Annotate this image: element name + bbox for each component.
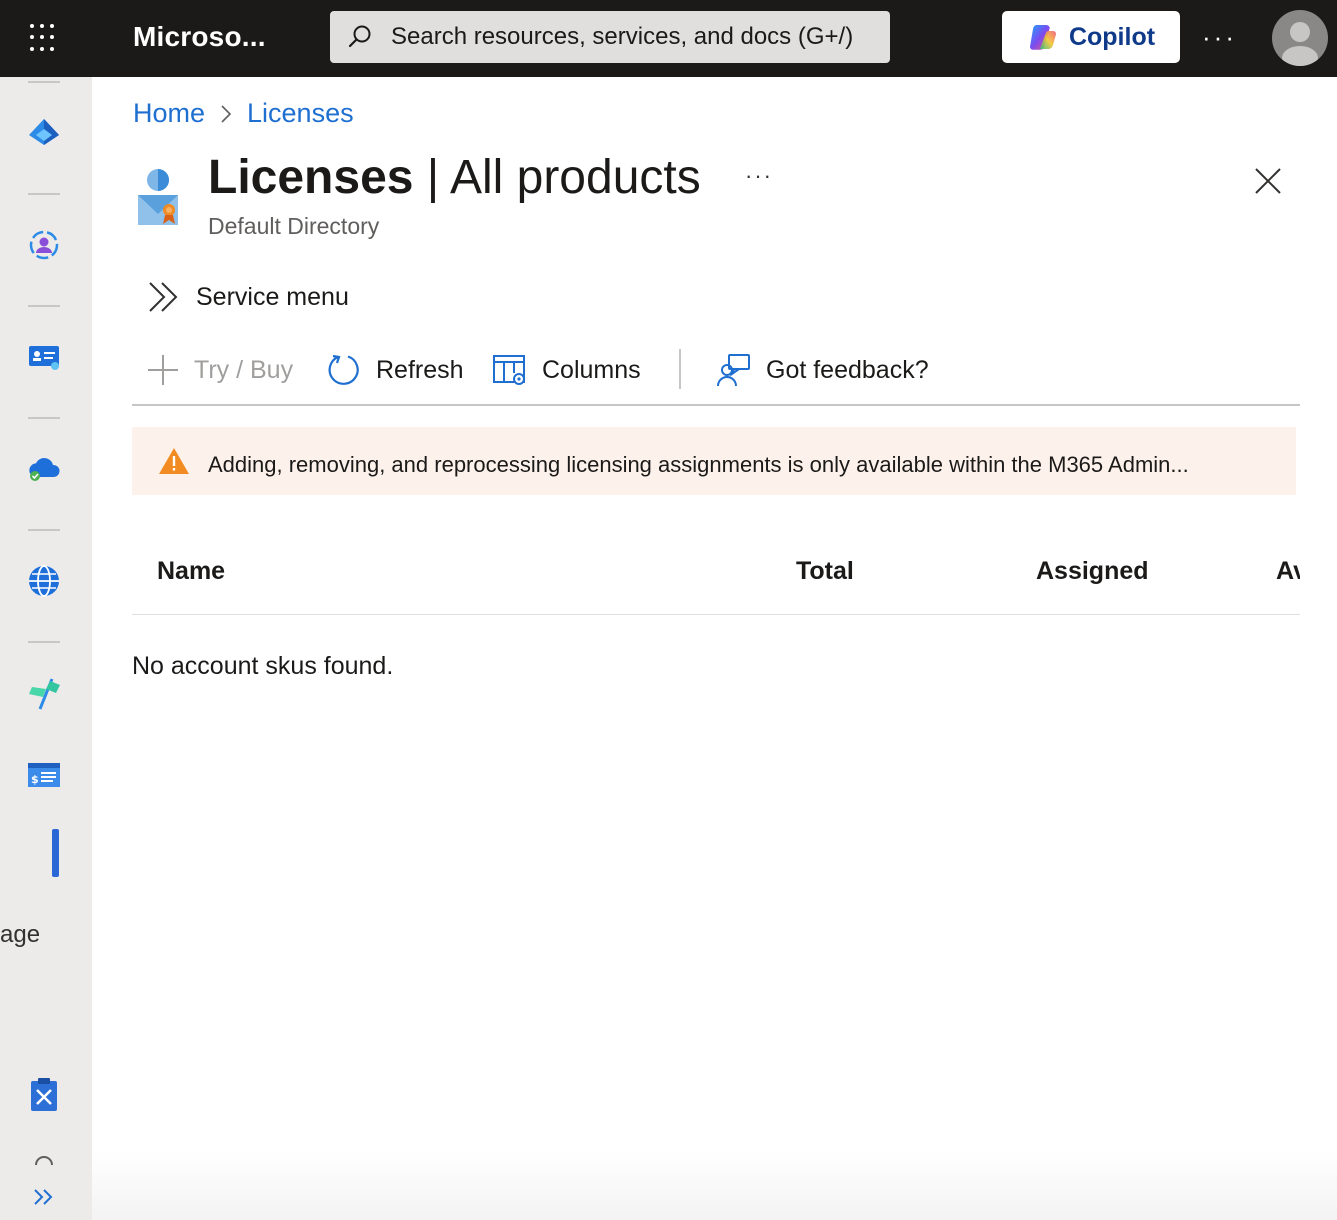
clipboard-tools-icon[interactable] [24,1074,64,1114]
avatar[interactable] [1272,10,1328,66]
top-bar: Microso... Search resources, services, a… [0,0,1337,77]
refresh-button[interactable]: Refresh [326,350,464,390]
breadcrumb-licenses[interactable]: Licenses [247,98,354,129]
app-launcher-icon[interactable] [28,22,60,54]
refresh-label: Refresh [376,355,464,384]
rail-divider [28,193,60,195]
globe-icon[interactable] [24,561,64,601]
rail-divider [28,305,60,307]
service-menu-button[interactable]: Service menu [146,280,349,314]
toolbar-divider [679,349,681,389]
rail-divider [28,81,60,83]
plus-icon [148,355,178,385]
search-icon [348,25,371,48]
column-header-total[interactable]: Total [796,557,854,586]
breadcrumb: Home Licenses [133,98,354,129]
users-groups-icon[interactable] [24,225,64,265]
page-more-icon[interactable]: ··· [745,163,773,189]
top-more-icon[interactable]: ··· [1202,22,1237,53]
warning-icon [159,448,189,474]
left-rail: $ age [0,77,92,1220]
feedback-button[interactable]: Got feedback? [716,350,929,390]
flag-icon[interactable] [24,673,64,713]
global-search-input[interactable]: Search resources, services, and docs (G+… [330,11,890,63]
try-buy-label: Try / Buy [194,355,294,384]
rail-divider [28,529,60,531]
billing-icon[interactable]: $ [24,755,64,795]
close-icon[interactable] [1252,165,1284,197]
svg-text:$: $ [31,773,39,786]
cloud-sync-icon[interactable] [24,449,64,489]
user-avatar-icon [1282,22,1318,66]
feedback-label: Got feedback? [766,355,929,384]
rail-divider [28,417,60,419]
rail-divider [28,641,60,643]
command-bar: Try / Buy Refresh Columns Got feedback? [132,340,1300,406]
warning-message: Adding, removing, and reprocessing licen… [208,452,1189,477]
rail-active-indicator [52,829,59,877]
columns-button[interactable]: Columns [492,350,641,390]
page-title-bold: Licenses [208,151,414,204]
rail-scroll-up-icon[interactable] [24,1151,64,1171]
column-header-name[interactable]: Name [157,557,225,586]
search-placeholder: Search resources, services, and docs (G+… [391,23,854,50]
double-chevron-right-icon [149,282,178,312]
try-buy-button[interactable]: Try / Buy [146,350,293,390]
breadcrumb-home[interactable]: Home [133,98,205,129]
copilot-button[interactable]: Copilot [1002,11,1180,63]
entra-id-icon[interactable] [24,113,64,153]
table-header: Name Total Assigned Av [132,545,1300,615]
service-menu-label: Service menu [196,282,349,311]
feedback-icon [717,354,750,387]
empty-state-message: No account skus found. [132,652,394,680]
identity-card-icon[interactable] [24,336,64,376]
copilot-icon [1029,25,1056,50]
portal-brand[interactable]: Microso... [133,21,266,53]
copilot-label: Copilot [1068,22,1156,51]
column-header-available[interactable]: Av [1276,557,1300,586]
warning-banner: Adding, removing, and reprocessing licen… [132,427,1296,495]
columns-icon [493,355,525,385]
chevron-right-icon [219,103,233,125]
expand-chevron-icon[interactable] [24,1177,64,1217]
licenses-icon [138,169,178,225]
rail-cut-label: age [0,921,41,948]
page-title-rest: | All products [413,151,701,204]
column-header-assigned[interactable]: Assigned [1036,557,1149,586]
page-subtitle: Default Directory [208,213,380,239]
page-title: Licenses | All products [208,150,701,205]
columns-label: Columns [542,355,641,384]
refresh-icon [328,354,359,385]
bottom-fade [92,1150,1337,1220]
